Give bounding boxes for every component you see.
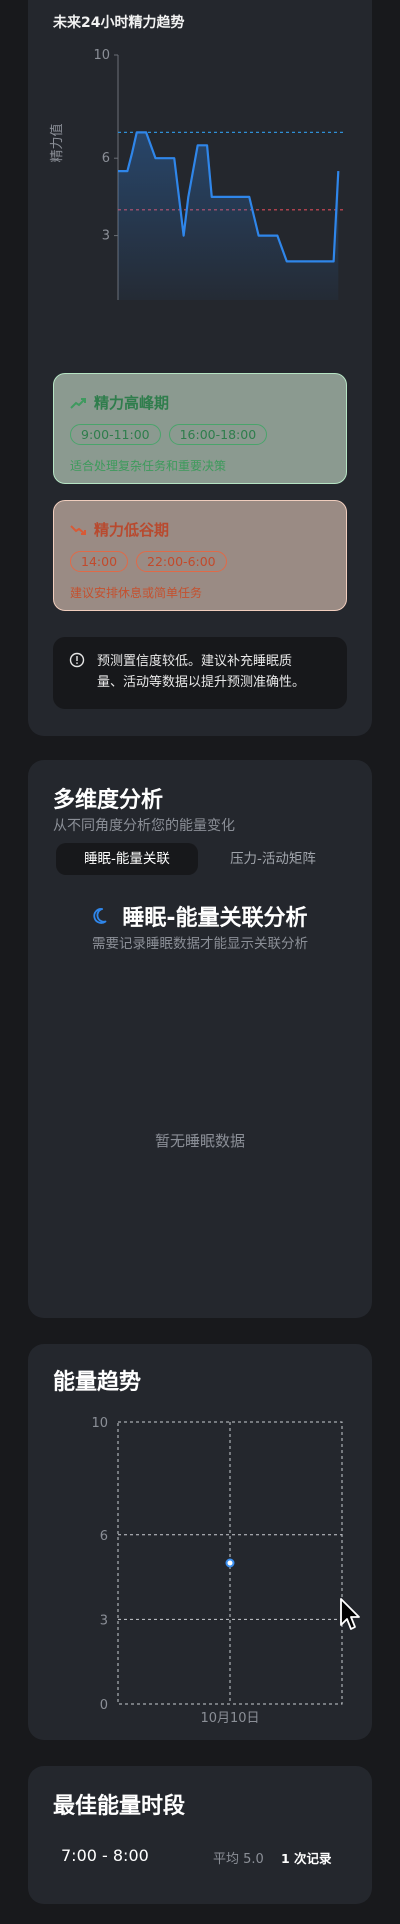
data-point [225, 1558, 235, 1568]
tab-stress-activity[interactable]: 压力-活动矩阵 [203, 843, 343, 875]
record-count: 1 次记录 [281, 1851, 332, 1866]
peak-desc: 适合处理复杂任务和重要决策 [70, 459, 227, 473]
peak-period-card: 精力高峰期 9:00-11:00 16:00-18:00 适合处理复杂任务和重要决… [53, 373, 347, 484]
y-tick-label: 3 [102, 229, 110, 244]
y-tick-label: 0 [100, 1698, 108, 1713]
y-axis-label: 精力值 [49, 123, 65, 162]
y-tick-label: 10 [93, 48, 110, 63]
peak-time-badge: 9:00-11:00 [70, 424, 161, 445]
trend-down-icon [70, 524, 86, 535]
time-range: 7:00 - 8:00 [61, 1846, 149, 1865]
peak-title: 精力高峰期 [94, 394, 170, 412]
section-title: 睡眠-能量关联分析 [122, 906, 308, 931]
low-period-card: 精力低谷期 14:00 22:00-6:00 建议安排休息或简单任务 [53, 500, 347, 611]
low-time-badge: 22:00-6:00 [136, 551, 227, 572]
analysis-tabs: 睡眠-能量关联 压力-活动矩阵 [53, 840, 347, 880]
analysis-card: 多维度分析 从不同角度分析您的能量变化 睡眠-能量关联 压力-活动矩阵 睡眠-能… [28, 760, 372, 1318]
tab-label: 睡眠-能量关联 [84, 851, 170, 867]
trend-card: 能量趋势 0 3 6 10 10月10日 [28, 1344, 372, 1740]
best-time-row[interactable]: 7:00 - 8:00 平均 5.0 1 次记录 [53, 1842, 347, 1874]
trend-up-icon [70, 397, 86, 409]
moon-icon [93, 908, 107, 924]
y-tick-label: 3 [100, 1613, 108, 1628]
tab-label: 压力-活动矩阵 [230, 851, 316, 867]
low-desc: 建议安排休息或简单任务 [70, 586, 203, 600]
series-area [118, 132, 339, 300]
info-icon [69, 652, 85, 668]
low-time-badge: 14:00 [70, 551, 129, 572]
trend-chart: 0 3 6 10 10月10日 [91, 1416, 343, 1724]
average-value: 平均 5.0 [213, 1852, 264, 1867]
y-tick-label: 6 [100, 1529, 108, 1544]
y-tick-label: 6 [102, 151, 110, 166]
notice-line: 预测置信度较低。建议补充睡眠质 [97, 654, 293, 669]
best-time-card: 最佳能量时段 7:00 - 8:00 平均 5.0 1 次记录 [28, 1766, 372, 1904]
low-title: 精力低谷期 [94, 521, 170, 539]
forecast-chart: 精力值 036107:0011:0015:0019:0023:003:00 [49, 48, 343, 300]
analysis-title: 多维度分析 [53, 788, 164, 813]
tab-sleep-energy[interactable]: 睡眠-能量关联 [56, 843, 198, 875]
analysis-subtitle: 从不同角度分析您的能量变化 [53, 818, 235, 834]
section-hint: 需要记录睡眠数据才能显示关联分析 [92, 936, 308, 952]
empty-state: 暂无睡眠数据 [154, 1132, 245, 1150]
confidence-notice: 预测置信度较低。建议补充睡眠质 量、活动等数据以提升预测准确性。 [53, 637, 347, 709]
mouse-cursor-icon [340, 1598, 360, 1630]
y-tick-label: 10 [91, 1416, 108, 1431]
peak-time-badge: 16:00-18:00 [168, 424, 268, 445]
forecast-card: 未来24小时精力趋势 精力值 036107:0011:0015:0019:002… [28, 0, 372, 736]
notice-line: 量、活动等数据以提升预测准确性。 [97, 675, 306, 690]
best-title: 最佳能量时段 [53, 1794, 186, 1819]
x-tick-label: 10月10日 [200, 1711, 259, 1724]
trend-title: 能量趋势 [53, 1370, 142, 1395]
